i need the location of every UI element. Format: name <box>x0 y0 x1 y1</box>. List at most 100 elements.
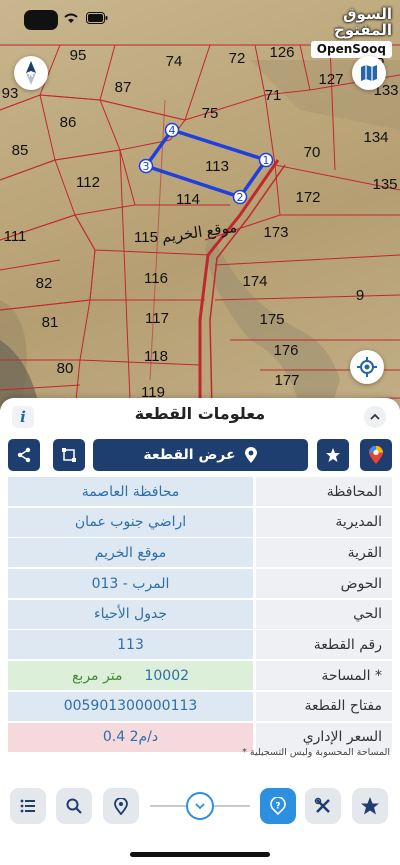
parcel-number-label: 115 <box>134 229 158 246</box>
parcel-number-label: 116 <box>144 270 168 287</box>
brand-name-ar: السوق المفتوح <box>334 5 392 39</box>
location-button[interactable] <box>103 788 139 824</box>
panel-title: معلومات القطعة <box>134 404 266 423</box>
parcel-number-label: 118 <box>144 348 168 365</box>
info-value: موقع الخريم <box>8 538 253 568</box>
parcel-number-label: 71 <box>265 87 282 104</box>
info-value[interactable]: 005901300000113 <box>8 691 253 721</box>
wifi-icon <box>64 13 78 23</box>
panel-toolbar: عرض القطعة <box>8 439 392 473</box>
parcel-number-label: 87 <box>115 79 132 96</box>
chevron-up-icon <box>370 413 380 420</box>
location-pin-icon <box>114 797 128 815</box>
share-button[interactable] <box>8 439 40 471</box>
opacity-slider-knob[interactable] <box>186 792 214 820</box>
parcel-number-label: 127 <box>318 71 343 88</box>
info-value: 0.4 د/م2 <box>8 722 253 752</box>
help-button[interactable]: ? <box>260 788 296 824</box>
parcel-info-table: محافظة العاصمة المحافظة اراضي جنوب عمان … <box>8 477 392 753</box>
info-row-parcel-number: 113 رقم القطعة <box>8 630 392 660</box>
parcel-number-label: 134 <box>363 129 388 146</box>
info-label: المديرية <box>256 507 392 537</box>
parcel-number-label: 126 <box>269 44 294 61</box>
parcel-number-label: 95 <box>70 47 87 64</box>
info-label: المساحة * <box>256 661 392 691</box>
collapse-button[interactable] <box>364 406 386 428</box>
favorite-button[interactable] <box>317 439 349 471</box>
info-value: المرب - 013 <box>8 569 253 599</box>
target-icon <box>357 357 377 377</box>
share-icon <box>17 447 31 463</box>
info-value: جدول الأحياء <box>8 599 253 629</box>
tools-icon <box>314 797 330 813</box>
parcel-number-label: 176 <box>273 342 298 359</box>
status-time-pill <box>24 10 58 30</box>
svg-text:N: N <box>28 71 33 79</box>
bottom-toolbar: ? <box>0 778 400 838</box>
parcel-vertex-label: 4 <box>169 124 176 137</box>
search-icon <box>66 798 82 814</box>
status-icons <box>62 12 108 24</box>
parcel-vertex-label: 3 <box>143 160 150 173</box>
parcel-number-label: 86 <box>60 114 77 131</box>
compass-icon: N <box>26 61 36 85</box>
info-value: 113 <box>8 630 253 660</box>
brand-name-en: OpenSooq <box>310 41 392 58</box>
info-label: القرية <box>256 538 392 568</box>
parcel-number-label: 74 <box>166 53 183 70</box>
home-indicator <box>130 852 270 857</box>
tools-button[interactable] <box>305 788 341 824</box>
locate-me-button[interactable] <box>350 350 384 384</box>
info-label: الحوض <box>256 569 392 599</box>
area-unit: متر مربع <box>71 667 123 684</box>
show-parcel-button[interactable]: عرض القطعة <box>93 439 308 471</box>
info-row-directorate: اراضي جنوب عمان المديرية <box>8 507 392 537</box>
star-icon <box>361 797 379 815</box>
parcel-number-label: 135 <box>372 176 397 193</box>
info-row-basin: المرب - 013 الحوض <box>8 569 392 599</box>
compass-button[interactable]: N <box>14 56 48 90</box>
frame-button[interactable] <box>53 439 85 471</box>
info-label: مفتاح القطعة <box>256 691 392 721</box>
star-icon <box>326 448 340 462</box>
parcel-number-label: 81 <box>42 314 59 331</box>
chevron-down-icon <box>195 802 205 809</box>
parcel-number-label: 177 <box>274 372 299 389</box>
battery-icon <box>86 12 108 24</box>
brand-logo: السوق المفتوح OpenSooq <box>304 5 392 58</box>
parcel-number-label: 174 <box>242 273 267 290</box>
info-row-village: موقع الخريم القرية <box>8 538 392 568</box>
search-button[interactable] <box>56 788 92 824</box>
parcel-info-panel: i معلومات القطعة عرض القطعة محافظة العاص… <box>0 398 400 778</box>
parcel-number-label: 72 <box>229 50 246 67</box>
area-value: 10002 <box>144 667 190 684</box>
parcel-map[interactable]: 9574721261289387127133757186134851137011… <box>0 0 400 410</box>
favorites-button[interactable] <box>352 788 388 824</box>
maps-pin-button[interactable] <box>360 439 392 471</box>
parcel-number-label: 80 <box>57 360 74 377</box>
info-label: المحافظة <box>256 477 392 506</box>
parcel-number-label: 117 <box>145 310 169 327</box>
info-label: الحي <box>256 599 392 629</box>
area-value-cell: متر مربع 10002 <box>8 661 253 691</box>
list-button[interactable] <box>10 788 46 824</box>
parcel-number-label: 175 <box>259 311 284 328</box>
map-icon <box>361 65 377 81</box>
google-maps-icon <box>369 446 383 464</box>
map-layers-button[interactable] <box>352 56 386 90</box>
parcel-number-label: 173 <box>263 224 288 241</box>
parcel-number-label: 82 <box>36 275 53 292</box>
svg-text:?: ? <box>275 802 280 812</box>
road-label: موقع الخريم <box>161 219 239 246</box>
map-view[interactable]: 9574721261289387127133757186134851137011… <box>0 0 400 410</box>
list-icon <box>20 799 35 813</box>
info-row-district: جدول الأحياء الحي <box>8 599 392 629</box>
area-footnote: * المساحة المحسوبة وليس التسجيلية <box>242 747 390 758</box>
show-parcel-label: عرض القطعة <box>143 447 236 463</box>
info-row-governorate: محافظة العاصمة المحافظة <box>8 477 392 506</box>
parcel-number-label: 112 <box>76 174 100 191</box>
parcel-number-label: 9 <box>356 287 364 304</box>
info-value: محافظة العاصمة <box>8 477 253 506</box>
parcel-number-label: 70 <box>304 144 321 161</box>
frame-icon <box>62 448 76 462</box>
